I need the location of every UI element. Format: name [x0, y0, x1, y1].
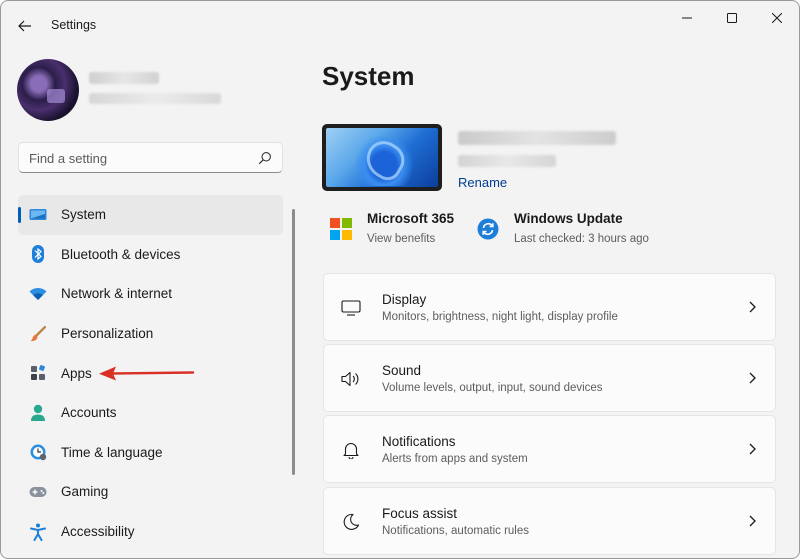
sidebar-item-bluetooth-devices[interactable]: Bluetooth & devices [18, 235, 283, 275]
minimize-button[interactable] [667, 7, 707, 29]
sidebar-item-label: System [61, 207, 107, 223]
card-subtitle: Notifications, automatic rules [382, 525, 530, 537]
network-icon [29, 285, 47, 303]
display-card[interactable]: Display Monitors, brightness, night ligh… [323, 273, 776, 341]
gaming-icon [29, 483, 47, 501]
device-model: •••••••• [458, 155, 556, 167]
sidebar-item-label: Accessibility [61, 524, 135, 540]
focus-assist-card[interactable]: Focus assist Notifications, automatic ru… [323, 487, 776, 555]
bluetooth-icon [29, 245, 47, 264]
chevron-right-icon [749, 443, 756, 455]
card-subtitle: Alerts from apps and system [382, 453, 528, 465]
time-language-icon [29, 443, 47, 461]
brush-icon [29, 325, 47, 343]
microsoft-logo-icon [330, 218, 352, 240]
profile-name: ••••••• [89, 72, 159, 84]
windows-update-icon [477, 218, 499, 240]
display-icon [341, 298, 361, 318]
card-subtitle: Monitors, brightness, night light, displ… [382, 311, 618, 323]
sidebar-item-accessibility[interactable]: Accessibility [18, 512, 283, 552]
microsoft-365-title: Microsoft 365 [367, 211, 455, 226]
windows-update-title: Windows Update [514, 211, 623, 226]
back-button[interactable] [13, 15, 37, 37]
chevron-right-icon [749, 301, 756, 313]
close-button[interactable] [757, 7, 797, 29]
sidebar-item-label: Bluetooth & devices [61, 246, 181, 262]
search-input[interactable] [29, 148, 249, 168]
close-icon [772, 13, 782, 23]
sidebar-item-time-language[interactable]: Time & language [18, 433, 283, 473]
page-title: System [322, 61, 415, 91]
bell-icon [341, 440, 361, 460]
active-indicator [18, 207, 21, 223]
sidebar-item-label: Personalization [61, 326, 154, 342]
sidebar-item-gaming[interactable]: Gaming [18, 472, 283, 512]
accounts-icon [29, 404, 47, 422]
accessibility-icon [29, 523, 47, 541]
sidebar-scrollbar[interactable] [292, 209, 295, 475]
annotation-arrow [99, 366, 195, 381]
sidebar-item-network-internet[interactable]: Network & internet [18, 274, 283, 314]
sidebar-item-label: Apps [61, 365, 92, 381]
sidebar-item-personalization[interactable]: Personalization [18, 314, 283, 354]
device-wallpaper-thumbnail [322, 124, 442, 191]
sidebar-item-accounts[interactable]: Accounts [18, 393, 283, 433]
search-icon[interactable] [258, 151, 272, 165]
rename-link[interactable]: Rename [458, 175, 507, 190]
notifications-card[interactable]: Notifications Alerts from apps and syste… [323, 415, 776, 483]
chevron-right-icon [749, 515, 756, 527]
avatar[interactable] [17, 59, 79, 121]
system-icon [29, 206, 47, 224]
sidebar-item-system[interactable]: System [18, 195, 283, 235]
microsoft-365-subtitle: View benefits [367, 233, 436, 245]
card-subtitle: Volume levels, output, input, sound devi… [382, 382, 603, 394]
chevron-right-icon [749, 372, 756, 384]
maximize-icon [727, 13, 737, 23]
sidebar-item-label: Gaming [61, 484, 109, 500]
speaker-icon [341, 369, 361, 389]
search-box[interactable] [18, 142, 283, 173]
maximize-button[interactable] [712, 7, 752, 29]
title-bar: Settings [1, 1, 799, 49]
minimize-icon [682, 17, 692, 19]
back-arrow-icon [18, 20, 31, 32]
card-title: Notifications [382, 434, 456, 449]
sidebar-item-label: Network & internet [61, 286, 173, 302]
device-name: ••••••••••••• [458, 131, 616, 145]
card-title: Display [382, 292, 427, 307]
window-title: Settings [51, 18, 97, 32]
windows-update-subtitle: Last checked: 3 hours ago [514, 233, 649, 245]
sound-card[interactable]: Sound Volume levels, output, input, soun… [323, 344, 776, 412]
apps-icon [29, 364, 47, 382]
sidebar-item-label: Time & language [61, 444, 163, 460]
card-title: Sound [382, 363, 422, 378]
moon-icon [341, 512, 361, 532]
profile-email: •••••••••••••••• [89, 93, 221, 104]
sidebar-item-label: Accounts [61, 405, 117, 421]
settings-window: Settings ••••••• •••••••••••••••• System [0, 0, 800, 559]
card-title: Focus assist [382, 506, 458, 521]
